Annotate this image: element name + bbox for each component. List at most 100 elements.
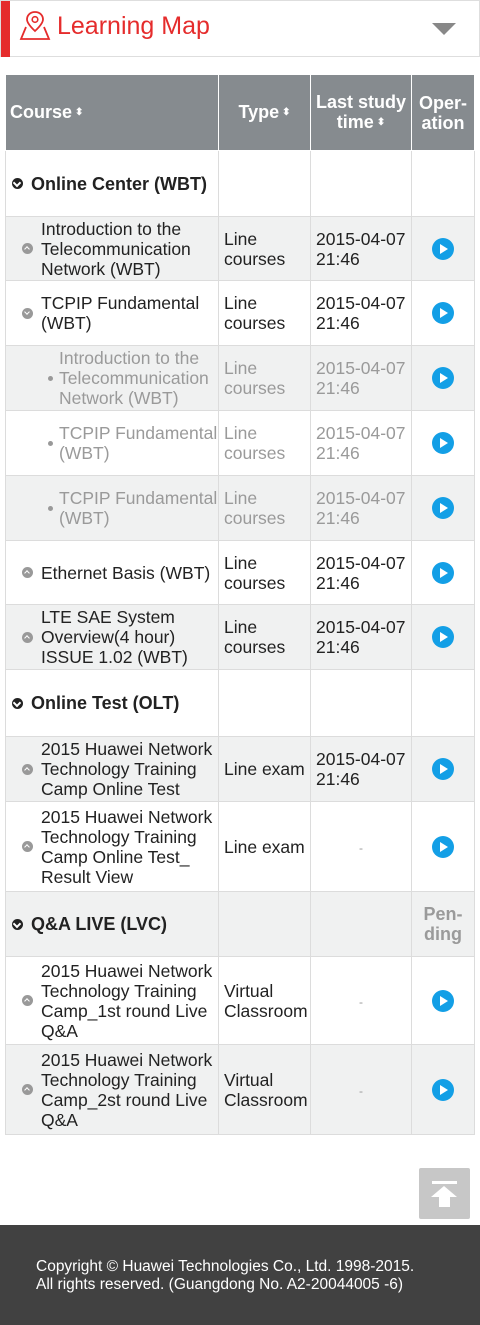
- course-type: Line courses: [218, 216, 311, 281]
- last-study-time: -: [310, 1044, 412, 1135]
- course-name[interactable]: 2015 Huawei Network Technology Training …: [41, 739, 218, 799]
- course-name[interactable]: 2015 Huawei Network Technology Training …: [41, 961, 218, 1041]
- course-cell: Introduction to the Telecommunication Ne…: [5, 216, 219, 281]
- table-row[interactable]: TCPIP Fundamental (WBT) Line courses 2015-…: [5, 280, 475, 346]
- course-name[interactable]: 2015 Huawei Network Technology Training …: [41, 807, 218, 887]
- last-study-time: [310, 891, 412, 957]
- column-header-course[interactable]: Course ⬍: [5, 74, 219, 151]
- bullet-icon: [48, 505, 53, 511]
- play-icon[interactable]: [432, 835, 454, 858]
- last-study-time: 2015-04-07 21:46: [310, 540, 412, 605]
- back-to-top-button[interactable]: [419, 1168, 470, 1219]
- table-row[interactable]: 2015 Huawei Network Technology Training …: [5, 801, 475, 892]
- play-icon[interactable]: [432, 367, 454, 390]
- page-title: Learning Map: [57, 12, 210, 40]
- course-name[interactable]: TCPIP Fundamental (WBT): [59, 488, 218, 528]
- operation-cell: [411, 736, 475, 802]
- expand-toggle-icon[interactable]: [22, 567, 33, 578]
- table-row[interactable]: 2015 Huawei Network Technology Training …: [5, 736, 475, 802]
- operation-cell: Pen-ding: [411, 891, 475, 957]
- category-row[interactable]: Q&A LIVE (LVC) Pen-ding: [5, 891, 475, 957]
- play-icon[interactable]: [432, 561, 454, 584]
- back-to-top-icon: [432, 1181, 457, 1184]
- column-header-last-study-time[interactable]: Last study time ⬍: [310, 74, 412, 151]
- operation-cell: [411, 410, 475, 476]
- last-study-time: [310, 669, 412, 737]
- course-cell: 2015 Huawei Network Technology Training …: [5, 801, 219, 892]
- course-name[interactable]: Online Center (WBT): [31, 174, 207, 194]
- expand-toggle-icon[interactable]: [22, 1084, 33, 1095]
- table-row[interactable]: LTE SAE System Overview(4 hour) ISSUE 1.…: [5, 604, 475, 670]
- table-row[interactable]: 2015 Huawei Network Technology Training …: [5, 956, 475, 1045]
- course-cell: LTE SAE System Overview(4 hour) ISSUE 1.…: [5, 604, 219, 670]
- course-type: Line courses: [218, 540, 311, 605]
- table-row[interactable]: Ethernet Basis (WBT) Line courses 2015-04-…: [5, 540, 475, 605]
- expand-toggle-icon[interactable]: [22, 763, 33, 775]
- course-type: [218, 669, 311, 737]
- course-cell: Online Test (OLT): [5, 669, 219, 737]
- collapse-toggle-icon[interactable]: [12, 178, 23, 189]
- map-location-icon: [19, 11, 51, 40]
- collapse-toggle-icon[interactable]: [12, 918, 23, 930]
- course-type: Line courses: [218, 280, 311, 346]
- play-icon[interactable]: [432, 237, 454, 260]
- sort-icon[interactable]: ⬍: [282, 107, 290, 118]
- expand-toggle-icon[interactable]: [22, 307, 33, 319]
- course-name[interactable]: Introduction to the Telecommunication Ne…: [59, 348, 218, 408]
- course-cell: TCPIP Fundamental (WBT): [5, 475, 219, 541]
- play-icon[interactable]: [432, 626, 454, 649]
- play-icon[interactable]: [432, 432, 454, 455]
- expand-toggle-icon[interactable]: [22, 841, 33, 852]
- course-cell: TCPIP Fundamental (WBT): [5, 280, 219, 346]
- course-name[interactable]: Ethernet Basis (WBT): [41, 563, 210, 583]
- play-icon[interactable]: [432, 497, 454, 520]
- play-icon[interactable]: [432, 302, 454, 325]
- expand-toggle-icon[interactable]: [22, 631, 33, 643]
- table-row[interactable]: TCPIP Fundamental (WBT) Line courses 2015-…: [5, 410, 475, 476]
- play-icon[interactable]: [432, 1078, 454, 1101]
- course-name[interactable]: 2015 Huawei Network Technology Training …: [41, 1050, 218, 1130]
- last-study-time: 2015-04-07 21:46: [310, 216, 412, 281]
- learning-map-header[interactable]: Learning Map: [0, 0, 480, 57]
- course-cell: Ethernet Basis (WBT): [5, 540, 219, 605]
- table-row[interactable]: Introduction to the Telecommunication Ne…: [5, 345, 475, 411]
- course-type: Line courses: [218, 475, 311, 541]
- table-row[interactable]: Introduction to the Telecommunication Ne…: [5, 216, 475, 281]
- collapse-toggle-icon[interactable]: [12, 697, 23, 709]
- course-cell: 2015 Huawei Network Technology Training …: [5, 1044, 219, 1135]
- operation-cell: [411, 540, 475, 605]
- expand-toggle-icon[interactable]: [22, 243, 33, 254]
- course-cell: TCPIP Fundamental (WBT): [5, 410, 219, 476]
- expand-toggle-icon[interactable]: [22, 995, 33, 1006]
- last-study-time: -: [310, 956, 412, 1045]
- course-cell: 2015 Huawei Network Technology Training …: [5, 736, 219, 802]
- play-icon[interactable]: [432, 989, 454, 1012]
- last-study-time: 2015-04-07 21:46: [310, 280, 412, 346]
- column-header-operation: Oper-ation: [411, 74, 475, 151]
- operation-cell: [411, 1044, 475, 1135]
- bullet-icon: [48, 375, 53, 381]
- column-header-type[interactable]: Type ⬍: [218, 74, 311, 151]
- course-name[interactable]: TCPIP Fundamental (WBT): [59, 423, 218, 463]
- category-row[interactable]: Online Center (WBT): [5, 150, 475, 217]
- operation-cell: [411, 801, 475, 892]
- learning-map-table: Course ⬍ Type ⬍ Last study time ⬍ Oper-atio…: [5, 74, 475, 1135]
- last-study-time: [310, 150, 412, 217]
- table-row[interactable]: TCPIP Fundamental (WBT) Line courses 2015-…: [5, 475, 475, 541]
- course-type: Line courses: [218, 604, 311, 670]
- operation-cell: [411, 956, 475, 1045]
- copyright-text: Copyright © Huawei Technologies Co., Ltd…: [36, 1258, 415, 1275]
- course-name[interactable]: Q&A LIVE (LVC): [31, 914, 167, 934]
- last-study-time: 2015-04-07 21:46: [310, 345, 412, 411]
- play-icon[interactable]: [432, 758, 454, 781]
- sort-icon[interactable]: ⬍: [75, 107, 83, 118]
- table-row[interactable]: 2015 Huawei Network Technology Training …: [5, 1044, 475, 1135]
- chevron-down-icon[interactable]: [432, 23, 456, 35]
- category-row[interactable]: Online Test (OLT): [5, 669, 475, 737]
- course-name[interactable]: TCPIP Fundamental (WBT): [41, 293, 218, 333]
- course-type: [218, 891, 311, 957]
- sort-icon[interactable]: ⬍: [377, 117, 385, 128]
- course-name[interactable]: Online Test (OLT): [31, 693, 179, 713]
- course-name[interactable]: Introduction to the Telecommunication Ne…: [41, 219, 218, 279]
- course-name[interactable]: LTE SAE System Overview(4 hour) ISSUE 1.…: [41, 607, 218, 667]
